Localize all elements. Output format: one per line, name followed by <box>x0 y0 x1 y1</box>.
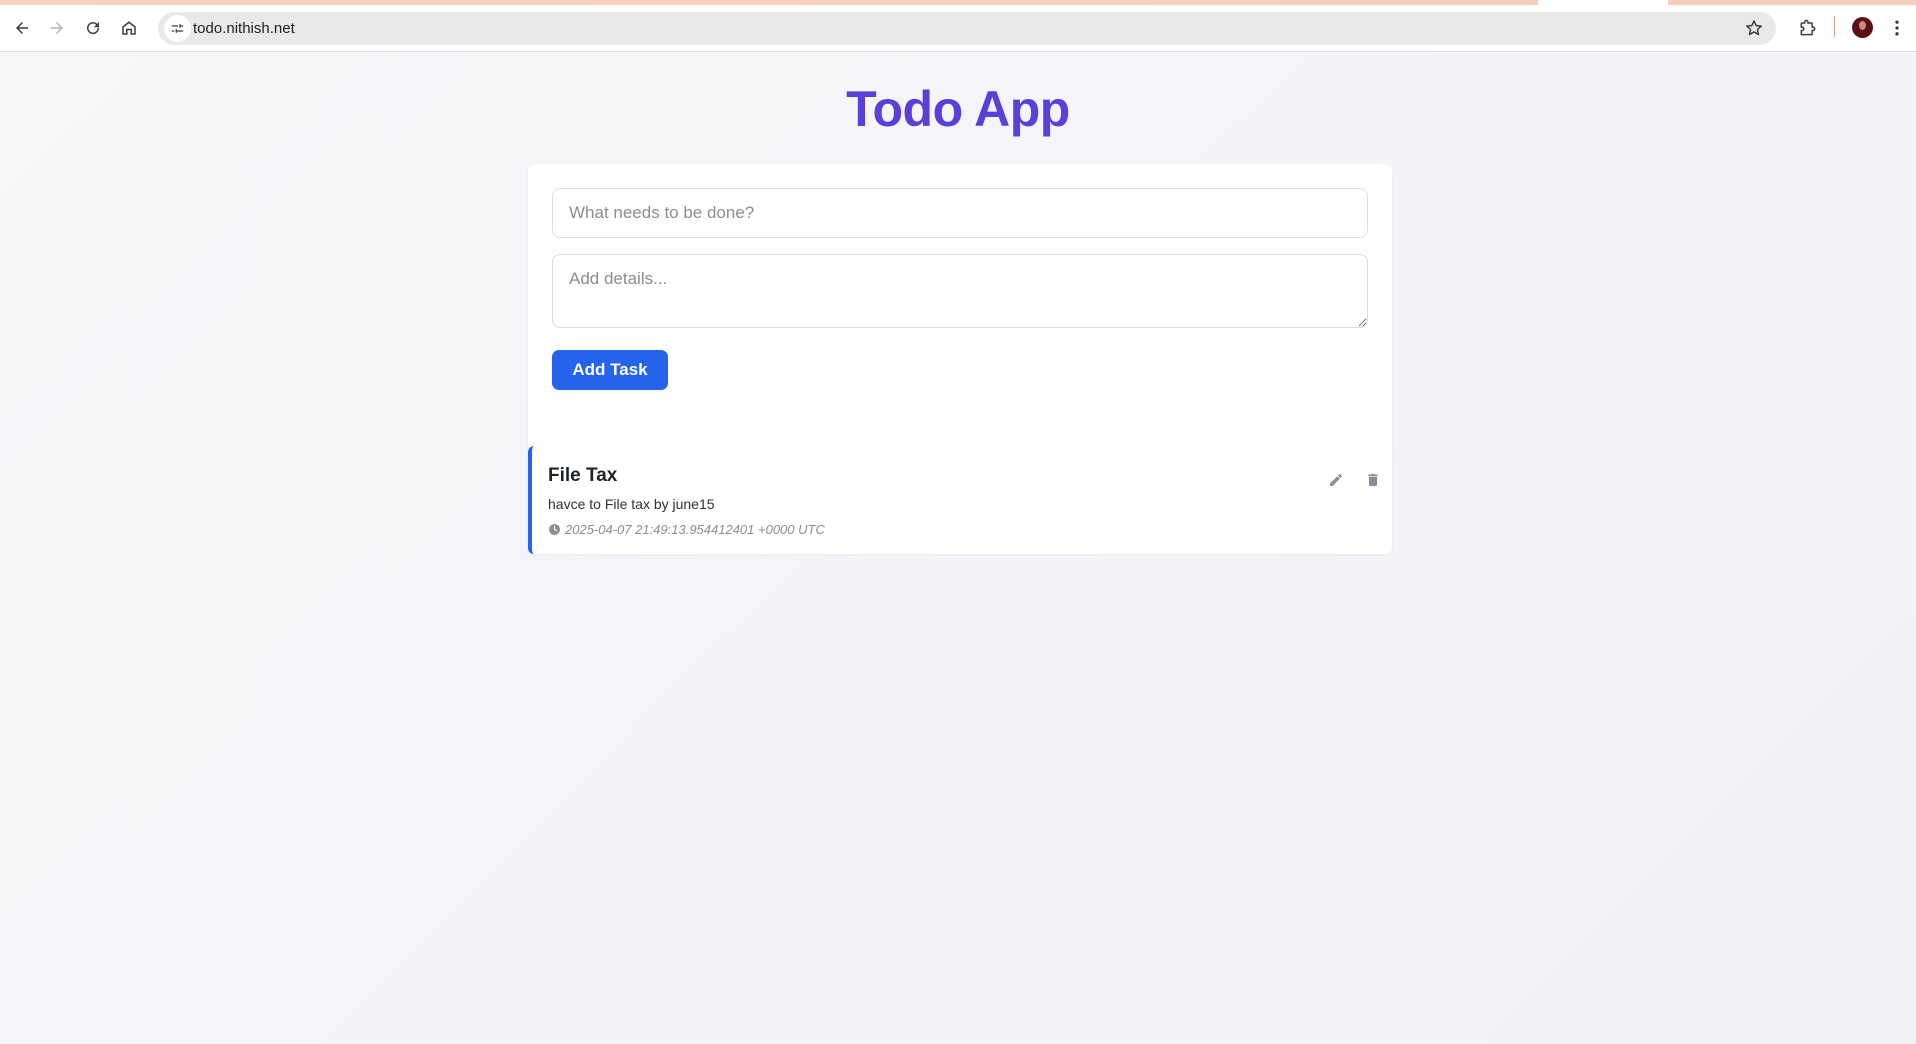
delete-task-button[interactable] <box>1361 468 1385 492</box>
extensions-button[interactable] <box>1793 13 1823 43</box>
home-button[interactable] <box>113 12 145 44</box>
clock-icon <box>549 524 560 535</box>
forward-button[interactable] <box>41 12 73 44</box>
page-content: Todo App Add Task File Tax havce to File… <box>0 52 1916 1044</box>
url-text[interactable]: todo.nithish.net <box>193 20 295 37</box>
browser-menu-button[interactable] <box>1882 13 1912 43</box>
reload-button[interactable] <box>77 12 109 44</box>
task-title-input[interactable] <box>552 188 1368 238</box>
active-tab-gap <box>1538 0 1668 5</box>
profile-avatar[interactable] <box>1852 17 1873 38</box>
home-icon <box>122 21 136 35</box>
task-item: File Tax havce to File tax by june15 202… <box>528 446 1392 554</box>
task-description: havce to File tax by june15 <box>548 496 715 512</box>
trash-icon <box>1368 474 1378 486</box>
edit-task-button[interactable] <box>1324 468 1348 492</box>
reload-icon <box>87 22 100 35</box>
toolbar-separator <box>1834 16 1835 38</box>
star-icon[interactable] <box>1744 18 1764 38</box>
back-arrow-icon <box>16 22 28 34</box>
add-task-form: Add Task <box>528 164 1392 466</box>
add-task-button[interactable]: Add Task <box>552 350 668 390</box>
task-timestamp-text: 2025-04-07 21:49:13.954412401 +0000 UTC <box>565 522 825 537</box>
task-details-input[interactable] <box>552 254 1368 328</box>
tune-icon <box>171 24 184 33</box>
puzzle-icon <box>1800 19 1816 36</box>
page-title: Todo App <box>846 81 1070 137</box>
task-timestamp: 2025-04-07 21:49:13.954412401 +0000 UTC <box>548 522 825 537</box>
kebab-menu-icon <box>1895 20 1899 36</box>
back-button[interactable] <box>6 12 38 44</box>
address-bar[interactable]: todo.nithish.net <box>158 12 1776 45</box>
task-title: File Tax <box>548 465 618 486</box>
forward-arrow-icon <box>51 22 63 34</box>
browser-toolbar: todo.nithish.net <box>0 0 1916 52</box>
site-info-button[interactable] <box>164 15 191 42</box>
pencil-icon <box>1330 474 1342 486</box>
